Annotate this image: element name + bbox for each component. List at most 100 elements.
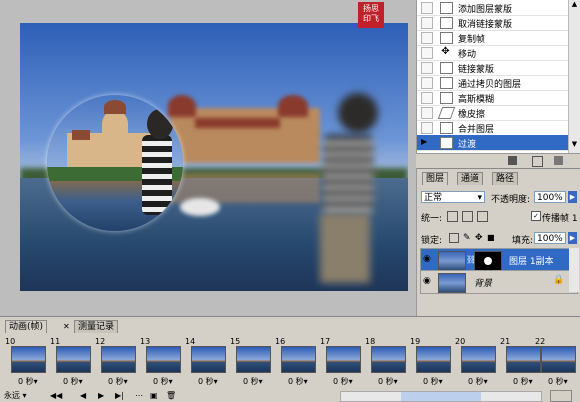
history-item[interactable]: 通过拷贝的图层 (417, 75, 569, 91)
unify-style-icon[interactable] (477, 211, 488, 222)
history-item[interactable]: 合并图层 (417, 120, 569, 136)
frame-thumbnail (236, 346, 271, 373)
prev-frame-icon[interactable]: ◀ (80, 390, 86, 401)
play-icon[interactable]: ▶ (98, 390, 104, 401)
unify-visibility-icon[interactable] (462, 211, 473, 222)
frame-delay[interactable]: 0 秒▾ (423, 376, 443, 387)
layer-mask-thumbnail[interactable] (474, 251, 502, 271)
frame-delay[interactable]: 0 秒▾ (198, 376, 218, 387)
frame-delay[interactable]: 0 秒▾ (378, 376, 398, 387)
doc-icon (440, 92, 453, 104)
watermark-line1: 扬思 (363, 4, 379, 13)
animation-frame[interactable]: 18 0 秒▾ (364, 337, 408, 388)
tab-measurement-log[interactable]: 测量记录 (74, 320, 119, 333)
scrollbar-thumb[interactable] (401, 392, 481, 401)
opacity-input[interactable]: 100% (534, 191, 566, 203)
animation-frame[interactable]: 22 0 秒▾ (534, 337, 578, 388)
layer-row[interactable]: ◉ 背景 🔒 (420, 270, 578, 294)
frame-delay[interactable]: 0 秒▾ (243, 376, 263, 387)
snapshot-checkbox[interactable] (421, 77, 433, 89)
animation-frame[interactable]: 20 0 秒▾ (454, 337, 498, 388)
tab-channels[interactable]: 通道 (457, 172, 484, 185)
frame-thumbnail (56, 346, 91, 373)
blend-mode-select[interactable]: 正常 ▾ (421, 191, 485, 203)
lock-all-icon[interactable]: ■ (487, 233, 495, 242)
history-item-selected[interactable]: ▶ 过渡 (417, 135, 569, 151)
animation-frame[interactable]: 11 0 秒▾ (49, 337, 93, 388)
history-item[interactable]: 复制帧 (417, 30, 569, 46)
animation-frame[interactable]: 12 0 秒▾ (94, 337, 138, 388)
frame-delay[interactable]: 0 秒▾ (153, 376, 173, 387)
first-frame-icon[interactable]: ◀◀ (50, 390, 62, 401)
tab-paths[interactable]: 路径 (492, 172, 519, 185)
tween-icon[interactable]: ⋯ (135, 390, 143, 401)
history-item[interactable]: 橡皮擦 (417, 105, 569, 121)
frame-delay[interactable]: 0 秒▾ (468, 376, 488, 387)
trash-icon[interactable] (554, 156, 563, 165)
fill-arrow-icon[interactable]: ▶ (568, 232, 577, 244)
snapshot-checkbox[interactable] (421, 32, 433, 44)
eye-icon[interactable]: ◉ (423, 276, 431, 286)
animation-frame[interactable]: 16 0 秒▾ (274, 337, 318, 388)
watermark-line2: 印飞 (363, 14, 379, 23)
layer-row-selected[interactable]: ◉ ⛓ 图层 1副本 (420, 248, 578, 272)
frames-scrollbar[interactable] (340, 391, 542, 402)
frame-delay[interactable]: 0 秒▾ (333, 376, 353, 387)
image-canvas[interactable] (20, 23, 408, 291)
history-item[interactable]: 取消链接蒙版 (417, 15, 569, 31)
frame-number: 11 (50, 337, 61, 346)
eraser-icon (437, 107, 456, 119)
animation-frame[interactable]: 13 0 秒▾ (139, 337, 183, 388)
snapshot-checkbox[interactable] (421, 2, 433, 14)
tab-close-icon[interactable]: ✕ (63, 322, 70, 331)
animation-frame[interactable]: 14 0 秒▾ (184, 337, 228, 388)
history-item-label: 复制帧 (458, 35, 486, 45)
tab-layers[interactable]: 图层 (422, 172, 449, 185)
frame-delay[interactable]: 0 秒▾ (63, 376, 83, 387)
history-item-label: 取消链接蒙版 (458, 20, 513, 30)
opacity-arrow-icon[interactable]: ▶ (568, 191, 577, 203)
panel-options-icon[interactable] (550, 390, 572, 402)
lock-pixels-icon[interactable]: ✎ (463, 233, 471, 243)
propagate-checkbox[interactable]: ✓ (531, 211, 541, 221)
snapshot-checkbox[interactable] (421, 122, 433, 134)
frame-delay[interactable]: 0 秒▾ (288, 376, 308, 387)
tab-animation[interactable]: 动画(帧) (5, 320, 48, 333)
snapshot-checkbox[interactable] (421, 107, 433, 119)
snapshot-checkbox[interactable] (421, 47, 433, 59)
scroll-up-icon[interactable]: ▲ (570, 0, 579, 10)
delete-frame-icon[interactable]: 🗑 (166, 390, 176, 401)
frame-delay[interactable]: 0 秒▾ (513, 376, 533, 387)
lock-position-icon[interactable]: ✥ (475, 233, 483, 243)
history-item[interactable]: 添加图层蒙版 (417, 0, 569, 16)
snapshot-checkbox[interactable] (421, 17, 433, 29)
fill-input[interactable]: 100% (534, 232, 566, 244)
history-item[interactable]: 链接蒙版 (417, 60, 569, 76)
frame-delay[interactable]: 0 秒▾ (18, 376, 38, 387)
snapshot-checkbox[interactable] (421, 62, 433, 74)
history-item-label: 链接蒙版 (458, 65, 495, 75)
new-document-icon[interactable] (532, 156, 543, 167)
frame-delay[interactable]: 0 秒▾ (108, 376, 128, 387)
animation-frame[interactable]: 19 0 秒▾ (409, 337, 453, 388)
new-frame-icon[interactable]: ▣ (150, 390, 158, 401)
next-frame-icon[interactable]: ▶| (115, 390, 124, 401)
scroll-down-icon[interactable]: ▼ (570, 140, 579, 150)
eye-icon[interactable]: ◉ (423, 254, 431, 264)
frame-number: 12 (95, 337, 106, 346)
snapshot-checkbox[interactable] (421, 92, 433, 104)
animation-frame[interactable]: 17 0 秒▾ (319, 337, 363, 388)
unify-position-icon[interactable] (447, 211, 458, 222)
frame-delay[interactable]: 0 秒▾ (548, 376, 568, 387)
layers-scrollbar[interactable] (569, 248, 579, 292)
history-item[interactable]: 高斯模糊 (417, 90, 569, 106)
loop-select[interactable]: 永远 ▾ (4, 390, 27, 401)
frame-thumbnail (11, 346, 46, 373)
history-scrollbar[interactable]: ▲ ▼ (568, 0, 580, 153)
animation-frame[interactable]: 10 0 秒▾ (4, 337, 48, 388)
doc-icon (440, 2, 453, 14)
animation-frame[interactable]: 15 0 秒▾ (229, 337, 273, 388)
new-snapshot-icon[interactable] (508, 156, 517, 165)
lock-transparency-icon[interactable] (449, 233, 459, 243)
history-item[interactable]: ✥ 移动 (417, 45, 569, 61)
